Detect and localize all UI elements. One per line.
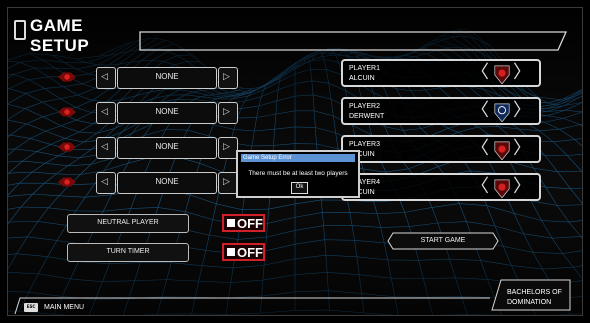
red-shield-emblem-icon — [494, 65, 510, 84]
dialog-title: Game Setup Error — [243, 155, 292, 161]
arrow-left-icon: ◁ — [101, 107, 108, 117]
slot-3-prev-button[interactable]: ◁ — [96, 137, 116, 159]
player-card-1[interactable]: PLAYER1 ALCUIN 〈 〉 — [341, 59, 541, 87]
turn-timer-state: OFF — [237, 245, 263, 260]
page-title: GAME SETUP — [30, 16, 90, 55]
slot-4-prev-button[interactable]: ◁ — [96, 172, 116, 194]
chevron-right-icon[interactable]: 〉 — [513, 102, 531, 120]
dialog-ok-label: Ok — [295, 184, 304, 190]
player-card-4[interactable]: PLAYER4 ALCUIN 〈 〉 — [341, 173, 541, 201]
dialog-message: There must be at least two players — [248, 170, 348, 177]
arrow-left-icon: ◁ — [101, 177, 108, 187]
player-label: PLAYER3 — [349, 141, 380, 148]
red-shield-emblem-icon — [58, 72, 76, 82]
slot-2-selector-value: NONE — [155, 107, 179, 116]
slot-3-selector-value: NONE — [155, 142, 179, 151]
slot-3-selector[interactable]: NONE — [117, 137, 217, 159]
main-menu-link[interactable]: MAIN MENU — [44, 304, 84, 311]
player-label: PLAYER1 — [349, 65, 380, 72]
slot-4-next-button[interactable]: ▷ — [218, 172, 238, 194]
chevron-left-icon[interactable]: 〈 — [471, 102, 489, 120]
slot-4-selector[interactable]: NONE — [117, 172, 217, 194]
red-shield-emblem-icon — [494, 141, 510, 160]
chevron-right-icon[interactable]: 〉 — [513, 64, 531, 82]
toggle-knob — [227, 248, 235, 256]
chevron-right-icon[interactable]: 〉 — [513, 140, 531, 158]
turn-timer-toggle[interactable]: OFF — [222, 243, 265, 261]
chevron-left-icon[interactable]: 〈 — [471, 178, 489, 196]
arrow-right-icon: ▷ — [223, 107, 230, 117]
red-shield-emblem-icon — [58, 177, 76, 187]
neutral-player-toggle[interactable]: OFF — [222, 214, 265, 232]
arrow-right-icon: ▷ — [223, 142, 230, 152]
neutral-player-label: NEUTRAL PLAYER — [97, 219, 159, 226]
slot-1-next-button[interactable]: ▷ — [218, 67, 238, 89]
college-name: DERWENT — [349, 113, 385, 120]
esc-key-icon: ESC — [24, 303, 38, 312]
toggle-knob — [227, 219, 235, 227]
player-card-1-text: PLAYER1 ALCUIN — [349, 64, 380, 84]
chevron-left-icon[interactable]: 〈 — [471, 64, 489, 82]
red-shield-emblem-icon — [494, 179, 510, 198]
blue-shield-emblem-icon — [494, 103, 510, 122]
chevron-right-icon[interactable]: 〉 — [513, 178, 531, 196]
title-area: GAME SETUP — [14, 14, 144, 55]
arrow-right-icon: ▷ — [223, 72, 230, 82]
esc-key-label: ESC — [26, 304, 36, 309]
dialog-ok-button[interactable]: Ok — [291, 182, 308, 194]
turn-timer-button[interactable]: TURN TIMER — [67, 243, 189, 262]
red-shield-emblem-icon — [58, 107, 76, 117]
neutral-player-state: OFF — [237, 216, 263, 231]
turn-timer-label: TURN TIMER — [106, 248, 150, 255]
player-card-2-text: PLAYER2 DERWENT — [349, 102, 384, 122]
neutral-player-button[interactable]: NEUTRAL PLAYER — [67, 214, 189, 233]
start-game-button[interactable]: START GAME — [387, 232, 499, 250]
slot-3-next-button[interactable]: ▷ — [218, 137, 238, 159]
footer-bar-frame — [14, 297, 490, 315]
slot-2-next-button[interactable]: ▷ — [218, 102, 238, 124]
slot-1-selector-value: NONE — [155, 72, 179, 81]
slot-2-prev-button[interactable]: ◁ — [96, 102, 116, 124]
error-dialog: Game Setup Error There must be at least … — [236, 150, 360, 198]
slot-1-prev-button[interactable]: ◁ — [96, 67, 116, 89]
arrow-right-icon: ▷ — [223, 177, 230, 187]
arrow-left-icon: ◁ — [101, 142, 108, 152]
start-game-label: START GAME — [420, 237, 466, 244]
player-card-3[interactable]: PLAYER3 ALCUIN 〈 〉 — [341, 135, 541, 163]
player-card-2[interactable]: PLAYER2 DERWENT 〈 〉 — [341, 97, 541, 125]
title-underline-decoration — [139, 31, 568, 51]
title-bracket-icon — [14, 20, 26, 40]
college-name: ALCUIN — [349, 75, 375, 82]
dialog-title-bar: Game Setup Error — [241, 154, 355, 162]
chevron-left-icon[interactable]: 〈 — [471, 140, 489, 158]
red-shield-emblem-icon — [58, 142, 76, 152]
arrow-left-icon: ◁ — [101, 72, 108, 82]
slot-2-selector[interactable]: NONE — [117, 102, 217, 124]
player-label: PLAYER2 — [349, 103, 380, 110]
slot-4-selector-value: NONE — [155, 177, 179, 186]
slot-1-selector[interactable]: NONE — [117, 67, 217, 89]
